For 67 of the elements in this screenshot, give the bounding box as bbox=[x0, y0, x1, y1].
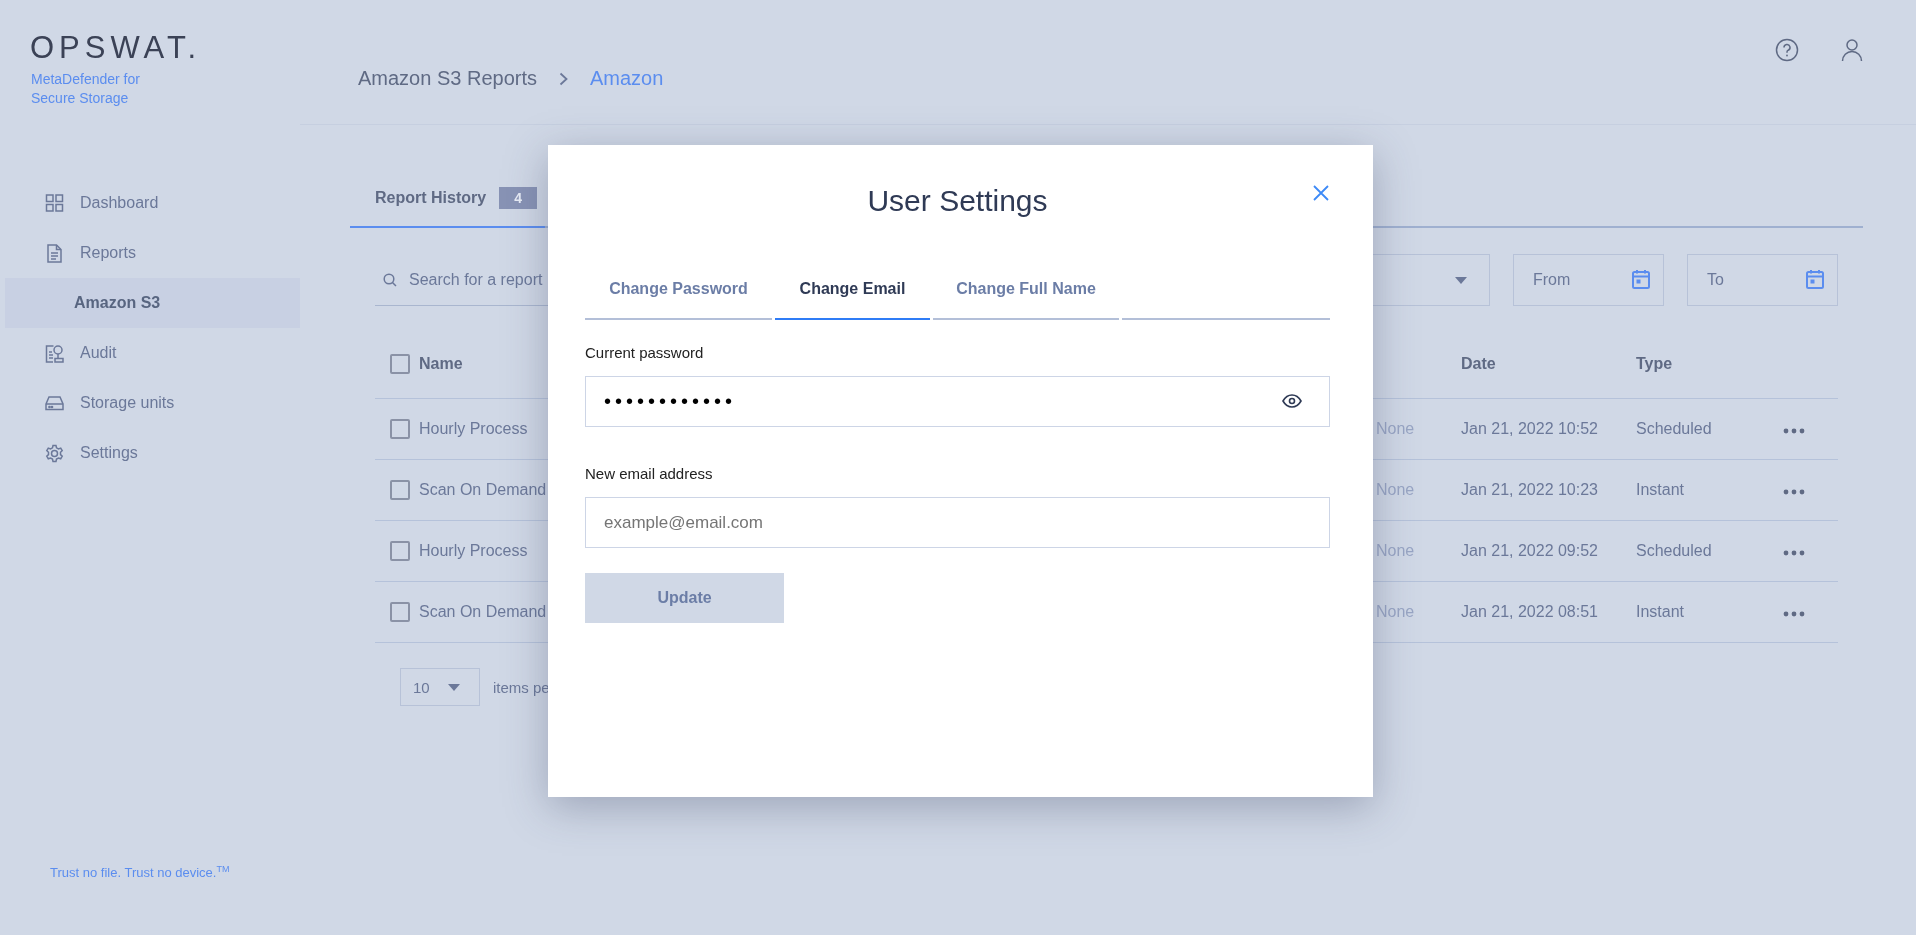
caret-down-icon bbox=[1455, 276, 1467, 284]
table-cell-text: Scan On Demand bbox=[419, 481, 548, 499]
field-label: Current password bbox=[585, 344, 704, 362]
close-icon bbox=[1313, 185, 1329, 201]
tab[interactable]: Change Email bbox=[775, 264, 930, 320]
checkbox[interactable] bbox=[390, 419, 410, 439]
logo: OPSWAT. bbox=[30, 30, 202, 66]
table-cell-text: Hourly Process bbox=[419, 542, 529, 560]
document-icon bbox=[45, 243, 64, 263]
help-icon[interactable] bbox=[1775, 38, 1799, 62]
table-cell-text: Scheduled bbox=[1636, 542, 1713, 560]
table-cell-text: Scan On Demand bbox=[419, 603, 548, 621]
table-cell-text: Instant bbox=[1636, 603, 1686, 621]
more-icon[interactable] bbox=[1783, 550, 1805, 556]
table-cell-text: Scheduled bbox=[1636, 420, 1713, 438]
date-field[interactable]: To bbox=[1687, 254, 1838, 306]
column-header[interactable]: Date bbox=[1461, 354, 1636, 373]
table-cell-text: None bbox=[1376, 603, 1416, 621]
product-name: MetaDefender for Secure Storage bbox=[31, 70, 141, 108]
breadcrumb-link[interactable]: Amazon bbox=[590, 67, 664, 90]
table-cell-text: None bbox=[1376, 542, 1416, 560]
document-search-icon bbox=[45, 343, 64, 363]
breadcrumb-link[interactable]: Amazon S3 Reports bbox=[358, 67, 537, 90]
tab[interactable]: Change Full Name bbox=[933, 264, 1119, 320]
tagline: Trust no file. Trust no device.$^{TM}$ bbox=[50, 863, 230, 880]
sidebar-item[interactable]: Storage units bbox=[5, 378, 300, 428]
search-icon bbox=[383, 273, 397, 287]
drive-icon bbox=[45, 395, 64, 411]
sidebar-subitem[interactable]: Amazon S3 bbox=[5, 278, 300, 328]
field-label: New email address bbox=[585, 465, 713, 483]
calendar-icon bbox=[1632, 269, 1650, 289]
date-field[interactable]: From bbox=[1513, 254, 1664, 306]
more-icon[interactable] bbox=[1783, 489, 1805, 495]
eye-icon[interactable] bbox=[1282, 394, 1302, 408]
sidebar-item[interactable]: Audit bbox=[5, 328, 300, 378]
table-cell-text: Jan 21, 2022 08:51 bbox=[1461, 603, 1599, 621]
chevron-right-icon bbox=[559, 71, 568, 86]
table-cell-text: Hourly Process bbox=[419, 420, 529, 438]
table-cell-text: Jan 21, 2022 10:23 bbox=[1461, 481, 1599, 499]
checkbox[interactable] bbox=[390, 602, 410, 622]
dialog-title: User Settings bbox=[867, 183, 1048, 219]
checkbox[interactable] bbox=[390, 480, 410, 500]
grid-icon bbox=[45, 194, 64, 212]
sidebar-item[interactable]: Reports bbox=[5, 228, 300, 278]
table-cell-text: Instant bbox=[1636, 481, 1686, 499]
column-header[interactable]: Type bbox=[1636, 354, 1793, 373]
calendar-icon bbox=[1806, 269, 1824, 289]
checkbox[interactable] bbox=[390, 541, 410, 561]
table-cell-text: None bbox=[1376, 420, 1416, 438]
more-icon[interactable] bbox=[1783, 611, 1805, 617]
page-size-label: items pe bbox=[493, 678, 550, 696]
count-badge: 4 bbox=[499, 187, 537, 209]
caret-down-icon bbox=[447, 683, 460, 691]
table-cell-text: None bbox=[1376, 481, 1416, 499]
page-size-dropdown[interactable]: 10 bbox=[400, 668, 480, 706]
tab[interactable]: Report History 4 bbox=[350, 187, 545, 228]
checkbox[interactable] bbox=[390, 353, 410, 374]
table-cell-text: Jan 21, 2022 10:52 bbox=[1461, 420, 1599, 438]
user-icon[interactable] bbox=[1841, 38, 1863, 62]
tab[interactable]: Change Password bbox=[585, 264, 772, 320]
table-cell-text: Jan 21, 2022 09:52 bbox=[1461, 542, 1599, 560]
sidebar-item[interactable]: Dashboard bbox=[5, 178, 300, 228]
more-icon[interactable] bbox=[1783, 428, 1805, 434]
sidebar-item[interactable]: Settings bbox=[5, 428, 300, 478]
password-field[interactable]: •••••••••••• bbox=[585, 376, 1330, 427]
gear-icon bbox=[45, 443, 64, 463]
email-field[interactable]: example@email.com bbox=[585, 497, 1330, 548]
